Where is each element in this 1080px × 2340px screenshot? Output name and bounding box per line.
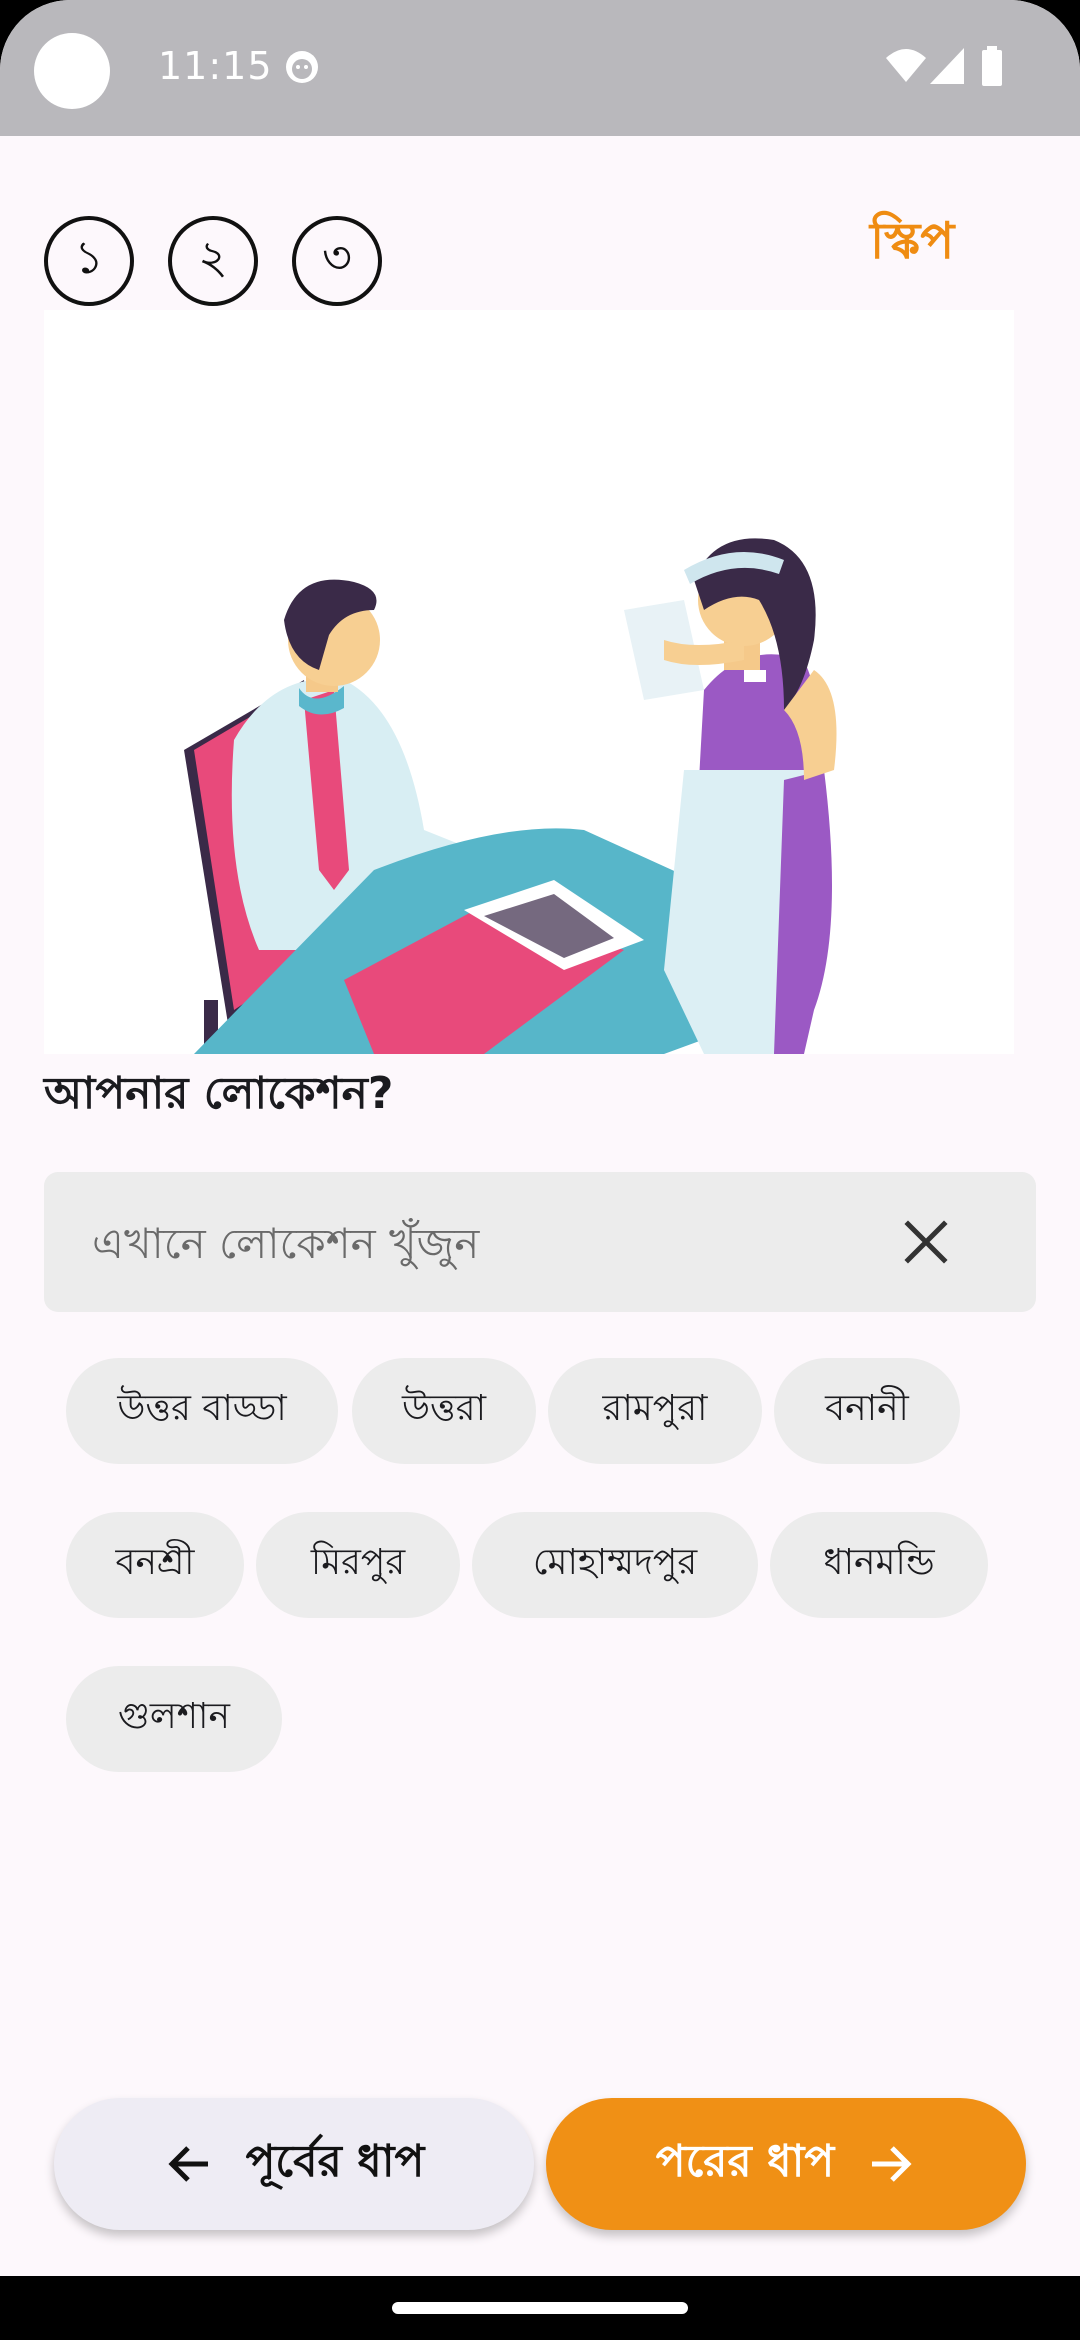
step-1-indicator: ১ [44, 216, 134, 306]
home-gesture-bar[interactable] [392, 2302, 688, 2314]
chip-location[interactable]: রামপুরা [548, 1358, 762, 1464]
app-screen: 11:15 ১ ২ ৩ স্কিপ আপনার লোকেশন? এখানে লো… [0, 0, 1080, 2340]
step-2-indicator: ২ [168, 216, 258, 306]
location-search-box [44, 1172, 1036, 1314]
clear-icon[interactable] [898, 1214, 954, 1270]
camera-cutout [34, 33, 110, 109]
signal-icon [930, 48, 964, 84]
skip-button[interactable]: স্কিপ [870, 204, 954, 287]
chip-location[interactable]: মিরপুর [256, 1512, 460, 1618]
arrow-right-icon [872, 2146, 912, 2182]
arrow-left-icon [168, 2146, 208, 2182]
next-step-button[interactable]: পরের ধাপ [546, 2098, 1026, 2230]
battery-icon [982, 46, 1002, 86]
previous-step-button[interactable]: পূর্বের ধাপ [54, 2098, 534, 2230]
chip-location[interactable]: বনানী [774, 1358, 960, 1464]
step-3-indicator: ৩ [292, 216, 382, 306]
status-time: 11:15 [158, 44, 273, 88]
onboarding-illustration [44, 310, 1014, 1054]
chip-location[interactable]: গুলশান [66, 1666, 282, 1772]
chip-location[interactable]: বনশ্রী [66, 1512, 244, 1618]
location-question: আপনার লোকেশন? [44, 1068, 394, 1119]
chip-location[interactable]: উত্তর বাড্ডা [66, 1358, 338, 1464]
wifi-icon [886, 49, 926, 82]
notification-icon [286, 51, 318, 83]
previous-step-label: পূর্বের ধাপ [245, 2135, 425, 2187]
chip-location[interactable]: উত্তরা [352, 1358, 536, 1464]
chip-location[interactable]: ধানমন্ডি [770, 1512, 988, 1618]
status-bar: 11:15 [0, 0, 1080, 136]
chip-location[interactable]: মোহাম্মদপুর [472, 1512, 758, 1618]
next-step-label: পরের ধাপ [655, 2135, 835, 2187]
location-search-input[interactable] [90, 1172, 894, 1314]
